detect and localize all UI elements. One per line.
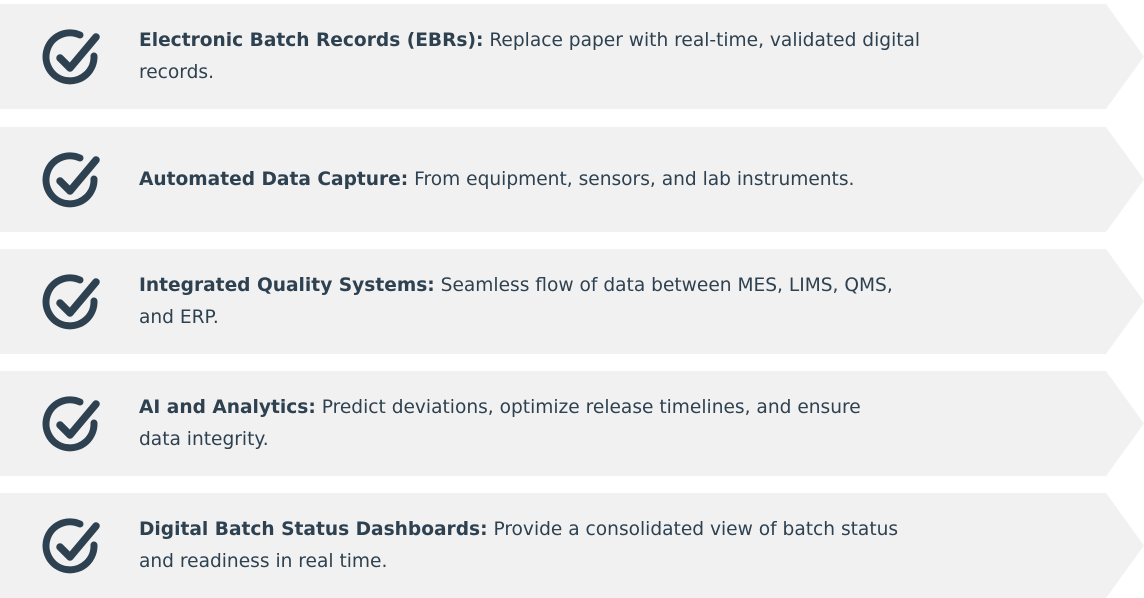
feature-text: Automated Data Capture: From equipment, … [139, 164, 1039, 196]
check-circle-icon [40, 270, 104, 334]
check-circle-icon [40, 514, 104, 578]
check-circle-icon [40, 25, 104, 89]
feature-description-line2: data integrity. [139, 428, 269, 450]
feature-text: Integrated Quality Systems: Seamless flo… [139, 270, 1039, 334]
feature-item-ebr: Electronic Batch Records (EBRs): Replace… [0, 4, 1144, 109]
feature-item-quality-systems: Integrated Quality Systems: Seamless flo… [0, 249, 1144, 354]
feature-description: Replace paper with real-time, validated … [489, 29, 921, 51]
feature-description: From equipment, sensors, and lab instrum… [414, 168, 855, 190]
feature-item-ai-analytics: AI and Analytics: Predict deviations, op… [0, 371, 1144, 476]
feature-text: AI and Analytics: Predict deviations, op… [139, 392, 1039, 456]
check-circle-icon [40, 392, 104, 456]
feature-title: Digital Batch Status Dashboards: [139, 518, 488, 540]
feature-title: Electronic Batch Records (EBRs): [139, 29, 484, 51]
feature-description: Predict deviations, optimize release tim… [321, 396, 861, 418]
feature-description: Seamless flow of data between MES, LIMS,… [440, 274, 893, 296]
feature-item-dashboards: Digital Batch Status Dashboards: Provide… [0, 493, 1144, 598]
feature-description-line2: records. [139, 61, 214, 83]
feature-title: AI and Analytics: [139, 396, 316, 418]
feature-title: Automated Data Capture: [139, 168, 409, 190]
feature-list: Electronic Batch Records (EBRs): Replace… [0, 0, 1144, 598]
feature-text: Digital Batch Status Dashboards: Provide… [139, 514, 1039, 578]
check-circle-icon [40, 148, 104, 212]
feature-description: Provide a consolidated view of batch sta… [493, 518, 899, 540]
feature-item-data-capture: Automated Data Capture: From equipment, … [0, 127, 1144, 232]
feature-title: Integrated Quality Systems: [139, 274, 435, 296]
feature-description-line2: and readiness in real time. [139, 550, 388, 572]
feature-text: Electronic Batch Records (EBRs): Replace… [139, 25, 1039, 89]
feature-description-line2: and ERP. [139, 306, 219, 328]
